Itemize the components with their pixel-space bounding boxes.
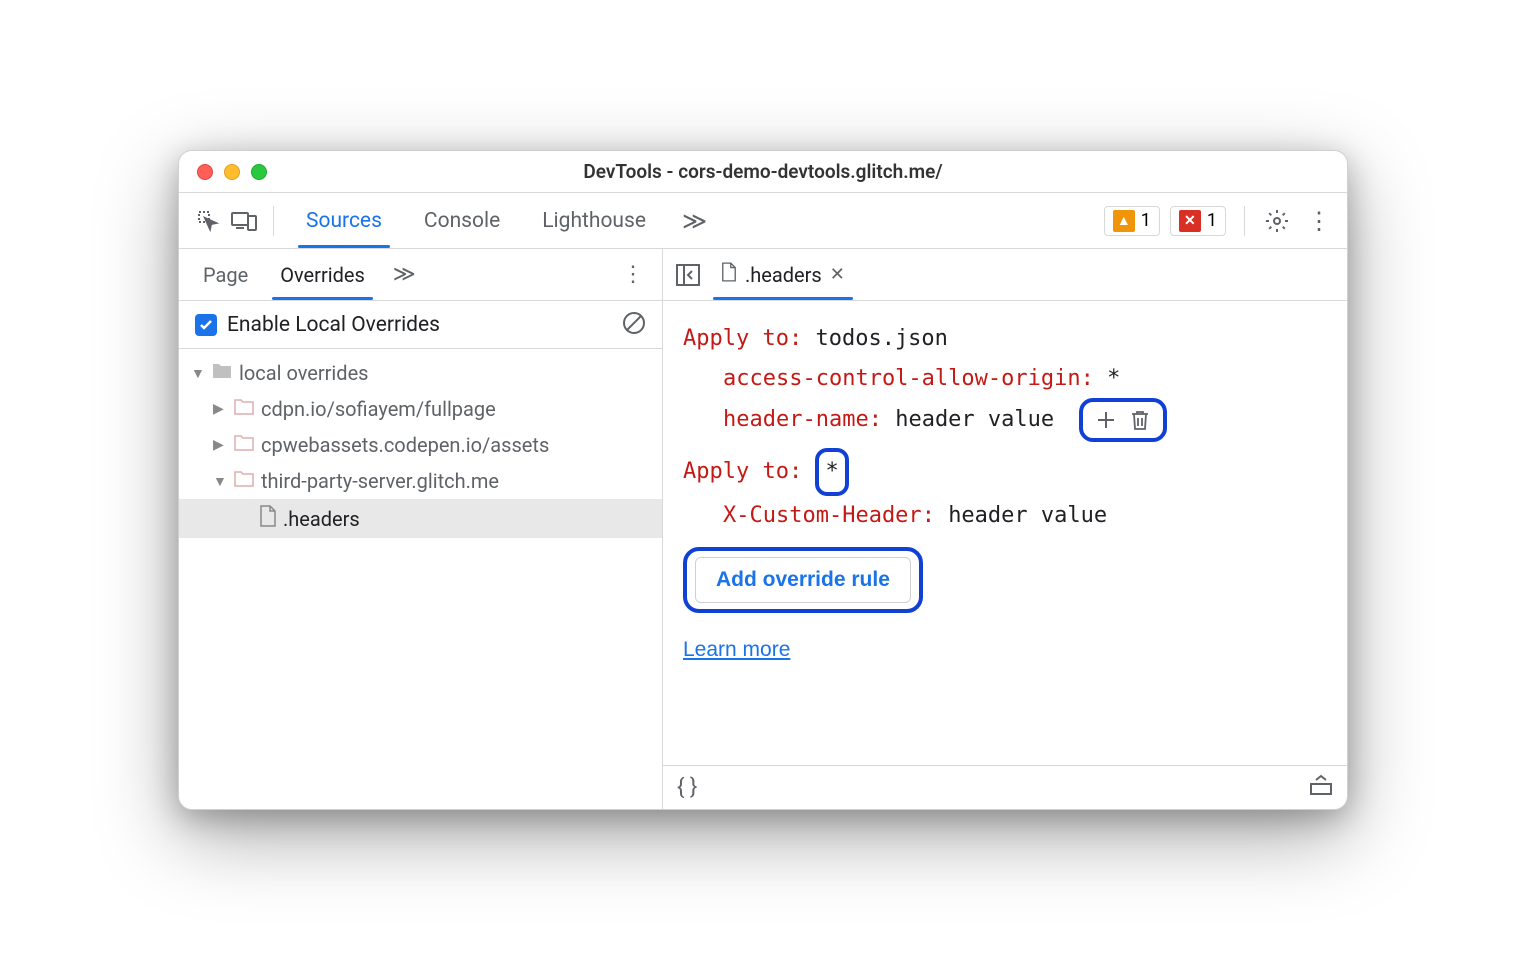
tree-item-label: .headers [283,507,360,531]
inspect-element-icon[interactable] [193,206,223,236]
toolbar-divider [273,206,274,236]
traffic-lights [197,164,267,180]
wildcard-highlight: * [815,448,848,496]
tree-item-label: cpwebassets.codepen.io/assets [261,433,549,457]
toggle-navigator-icon[interactable] [673,260,703,290]
pretty-print-icon[interactable]: { } [677,775,697,800]
devtools-window: DevTools - cors-demo-devtools.glitch.me/… [178,150,1348,810]
apply-to-target[interactable]: todos.json [815,326,947,351]
editor-statusbar: { } [663,765,1347,809]
delete-header-icon[interactable] [1127,407,1153,433]
folder-icon [233,433,255,457]
minimize-window-button[interactable] [224,164,240,180]
folder-icon [233,397,255,421]
editor-tab-label: .headers [745,263,822,287]
toolbar-divider [1244,206,1245,236]
tree-folder[interactable]: ▶ cpwebassets.codepen.io/assets [179,427,662,463]
window-title: DevTools - cors-demo-devtools.glitch.me/ [179,160,1347,183]
maximize-window-button[interactable] [251,164,267,180]
overrides-tree: ▼ local overrides ▶ cdpn.io/sofiayem/ful… [179,349,662,809]
close-tab-icon[interactable]: ✕ [830,264,845,285]
file-icon [721,262,737,287]
drawer-toggle-icon[interactable] [1309,774,1333,802]
header-actions-highlight [1079,398,1167,442]
tab-sources[interactable]: Sources [288,195,400,247]
more-menu-icon[interactable]: ⋮ [1301,203,1337,239]
content-area: Page Overrides ≫ ⋮ Enable Local Override… [179,249,1347,809]
learn-more-link[interactable]: Learn more [683,631,1327,669]
editor-tabs: .headers ✕ [663,249,1347,301]
folder-icon [233,469,255,493]
add-header-icon[interactable] [1093,407,1119,433]
editor-pane: .headers ✕ Apply to: todos.json access-c… [663,249,1347,809]
tab-console[interactable]: Console [406,195,518,247]
header-value[interactable]: header value [895,407,1054,432]
tree-file-selected[interactable]: .headers [179,499,662,538]
header-name[interactable]: header-name [723,400,869,440]
tree-item-label: cdpn.io/sofiayem/fullpage [261,397,496,421]
tab-lighthouse[interactable]: Lighthouse [524,195,664,247]
file-icon [259,505,277,532]
warning-icon: ▲ [1113,210,1135,232]
editor-tab-headers[interactable]: .headers ✕ [713,250,853,299]
errors-count: 1 [1207,210,1217,231]
tree-root[interactable]: ▼ local overrides [179,355,662,391]
error-icon: ✕ [1179,210,1201,232]
warnings-badge[interactable]: ▲ 1 [1104,206,1160,236]
settings-gear-icon[interactable] [1259,203,1295,239]
device-toolbar-icon[interactable] [229,206,259,236]
warnings-count: 1 [1141,210,1151,231]
apply-to-target[interactable]: * [825,459,838,484]
sidebar-more-tabs-icon[interactable]: ≫ [383,262,426,287]
apply-to-label: Apply to [683,326,789,351]
editor-body[interactable]: Apply to: todos.json access-control-allo… [663,301,1347,765]
folder-icon [211,361,233,385]
enable-overrides-label: Enable Local Overrides [227,313,440,337]
sources-sidebar: Page Overrides ≫ ⋮ Enable Local Override… [179,249,663,809]
header-value[interactable]: * [1107,366,1120,391]
header-value[interactable]: header value [948,503,1107,528]
sidebar-menu-icon[interactable]: ⋮ [614,262,652,287]
close-window-button[interactable] [197,164,213,180]
chevron-down-icon: ▼ [213,473,227,490]
sidebar-tab-page[interactable]: Page [189,251,262,299]
sidebar-tabs: Page Overrides ≫ ⋮ [179,249,662,301]
tree-folder[interactable]: ▼ third-party-server.glitch.me [179,463,662,499]
enable-overrides-row: Enable Local Overrides [179,301,662,349]
header-name[interactable]: access-control-allow-origin [723,359,1081,399]
chevron-right-icon: ▶ [213,437,227,453]
tree-item-label: third-party-server.glitch.me [261,469,499,493]
add-override-rule-button[interactable]: Add override rule [695,557,911,603]
apply-to-label: Apply to [683,459,789,484]
add-rule-highlight: Add override rule [683,547,923,613]
errors-badge[interactable]: ✕ 1 [1170,206,1226,236]
enable-overrides-checkbox[interactable] [195,314,217,336]
header-name[interactable]: X-Custom-Header [723,496,922,536]
tree-folder[interactable]: ▶ cdpn.io/sofiayem/fullpage [179,391,662,427]
main-toolbar: Sources Console Lighthouse ≫ ▲ 1 ✕ 1 ⋮ [179,193,1347,249]
chevron-down-icon: ▼ [191,365,205,382]
chevron-right-icon: ▶ [213,401,227,417]
clear-overrides-icon[interactable] [622,311,646,339]
more-tabs-icon[interactable]: ≫ [670,207,719,235]
titlebar: DevTools - cors-demo-devtools.glitch.me/ [179,151,1347,193]
tree-root-label: local overrides [239,361,369,385]
sidebar-tab-overrides[interactable]: Overrides [266,251,379,299]
